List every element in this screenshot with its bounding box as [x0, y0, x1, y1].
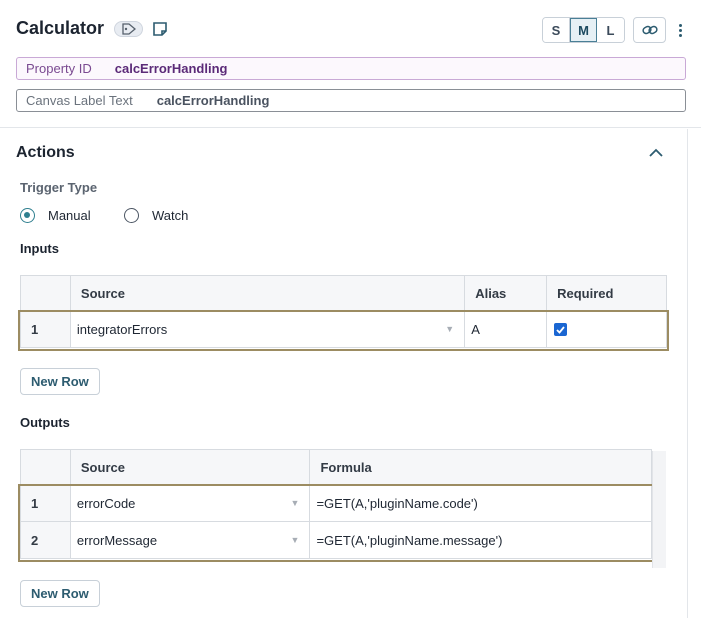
canvas-label-field[interactable]: Canvas Label Text calcErrorHandling	[16, 89, 686, 112]
inputs-new-row-button[interactable]: New Row	[20, 368, 100, 395]
trigger-type-label: Trigger Type	[20, 180, 98, 195]
more-options-icon[interactable]	[672, 19, 688, 41]
size-m-button[interactable]: M	[570, 18, 597, 42]
table-row[interactable]: 1 integratorErrors ▼ A	[20, 310, 667, 348]
canvas-label-label: Canvas Label Text	[26, 93, 133, 108]
trigger-watch-radio[interactable]	[124, 208, 139, 223]
outputs-new-row-button[interactable]: New Row	[20, 580, 100, 607]
row-number-header	[20, 449, 71, 485]
inputs-title: Inputs	[20, 241, 59, 256]
required-cell	[546, 310, 667, 348]
tag-icon[interactable]	[114, 21, 143, 37]
required-checkbox[interactable]	[554, 323, 568, 336]
table-row[interactable]: 2 errorMessage ▼ =GET(A,'pluginName.messa…	[20, 521, 652, 559]
outputs-title: Outputs	[20, 415, 70, 430]
canvas-label-value: calcErrorHandling	[156, 93, 270, 108]
table-header-row: Source Formula	[20, 449, 652, 485]
source-value: errorMessage	[76, 532, 158, 548]
source-value: errorCode	[76, 495, 136, 511]
size-l-button[interactable]: L	[597, 18, 624, 42]
properties-header: Calculator S M L Property ID calcErrorHa…	[0, 0, 701, 128]
actions-section-title: Actions	[16, 144, 75, 161]
formula-input[interactable]: =GET(A,'pluginName.message')	[309, 521, 652, 559]
trigger-watch-label: Watch	[152, 208, 189, 223]
source-select[interactable]: errorMessage ▼	[69, 521, 311, 559]
chevron-up-icon[interactable]	[647, 146, 665, 160]
formula-input[interactable]: =GET(A,'pluginName.code')	[309, 484, 652, 522]
row-number-header	[20, 275, 71, 311]
caret-down-icon: ▼	[445, 324, 455, 334]
source-select[interactable]: errorCode ▼	[69, 484, 311, 522]
column-header-source: Source	[69, 449, 311, 485]
link-icon	[641, 25, 658, 35]
property-id-value: calcErrorHandling	[114, 61, 228, 76]
table-header-row: Source Alias Required	[20, 275, 667, 311]
source-value: integratorErrors	[76, 321, 168, 337]
outputs-table: Source Formula 1 errorCode ▼ =GET(A,'plug…	[20, 449, 652, 559]
column-header-alias: Alias	[464, 275, 548, 311]
column-header-source: Source	[69, 275, 466, 311]
panel-title: Calculator	[16, 18, 105, 38]
column-header-formula: Formula	[309, 449, 652, 485]
inputs-table: Source Alias Required 1 integratorErrors…	[20, 275, 667, 348]
link-button[interactable]	[633, 17, 666, 43]
caret-down-icon: ▼	[290, 535, 300, 545]
trigger-manual-label: Manual	[48, 208, 91, 223]
column-header-required: Required	[546, 275, 667, 311]
caret-down-icon: ▼	[290, 498, 300, 508]
table-scrollbar[interactable]	[652, 451, 666, 568]
alias-input[interactable]: A	[464, 310, 548, 348]
row-number: 1	[20, 484, 71, 522]
trigger-manual-radio[interactable]	[20, 208, 35, 223]
size-s-button[interactable]: S	[543, 18, 570, 42]
checkmark-icon	[556, 325, 565, 334]
property-id-field[interactable]: Property ID calcErrorHandling	[16, 57, 686, 80]
panel-scroll-rail	[687, 129, 688, 618]
row-number: 2	[20, 521, 71, 559]
size-toggle-group: S M L	[542, 17, 625, 43]
property-id-label: Property ID	[26, 61, 92, 76]
note-icon[interactable]	[152, 21, 168, 37]
row-number: 1	[20, 310, 71, 348]
source-select[interactable]: integratorErrors ▼	[69, 310, 466, 348]
table-row[interactable]: 1 errorCode ▼ =GET(A,'pluginName.code')	[20, 484, 652, 522]
